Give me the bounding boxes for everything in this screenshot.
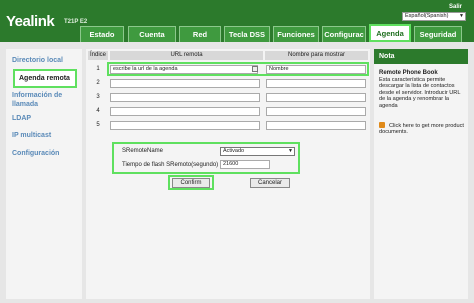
column-header-url: URL remota: [110, 51, 263, 60]
logout-link[interactable]: Salir: [449, 4, 462, 10]
sidebar-item-agenda-remota[interactable]: Agenda remota: [13, 69, 77, 88]
sidebar-item-ldap[interactable]: LDAP: [12, 114, 31, 123]
remote-url-input[interactable]: [110, 93, 260, 102]
note-body: Esta característica permite descargar la…: [379, 77, 461, 109]
sidebar-item-directorio-local[interactable]: Directorio local: [12, 56, 63, 65]
chevron-down-icon: ▼: [459, 13, 464, 19]
row-index: 1: [96, 66, 100, 72]
documents-link[interactable]: Click here to get more product documents…: [379, 123, 465, 136]
display-name-input[interactable]: [266, 107, 366, 116]
sidebar-item-informacion-llamada[interactable]: Información de llamada: [12, 91, 78, 109]
column-header-index: Índice: [88, 51, 108, 60]
sidebar-item-ip-multicast[interactable]: IP multicast: [12, 131, 51, 140]
remote-url-input[interactable]: [110, 79, 260, 88]
sidebar-item-configuracion[interactable]: Configuración: [12, 149, 59, 158]
row-index: 2: [96, 80, 100, 86]
column-header-name: Nombre para mostrar: [265, 51, 368, 60]
remote-url-input[interactable]: [110, 107, 260, 116]
sremote-name-select[interactable]: Activado ▼: [220, 147, 295, 156]
note-title: Remote Phone Book: [379, 70, 438, 76]
tab-tecla-dss[interactable]: Tecla DSS: [224, 26, 270, 42]
row-index: 5: [96, 122, 100, 128]
confirm-button[interactable]: Confirm: [172, 178, 210, 188]
row-index: 4: [96, 108, 100, 114]
flash-time-label: Tiempo de flash SRemoto(segundo): [122, 162, 219, 168]
remote-url-input[interactable]: [110, 121, 260, 130]
language-select[interactable]: Español(Spanish) ▼: [402, 12, 466, 21]
display-name-input[interactable]: [266, 121, 366, 130]
tab-estado[interactable]: Estado: [80, 26, 124, 42]
tab-funciones[interactable]: Funciones: [273, 26, 319, 42]
tab-cuenta[interactable]: Cuenta: [128, 26, 176, 42]
display-name-input[interactable]: [266, 93, 366, 102]
display-name-input[interactable]: [266, 79, 366, 88]
note-heading: Nota: [374, 49, 468, 64]
tab-seguridad[interactable]: Seguridad: [414, 26, 462, 42]
cancel-button[interactable]: Cancelar: [250, 178, 290, 188]
flash-time-input[interactable]: 21600: [220, 160, 270, 169]
tab-agenda[interactable]: Agenda: [369, 24, 411, 42]
row-index: 3: [96, 94, 100, 100]
sremote-name-value: Activado: [223, 148, 245, 154]
sremote-name-label: SRemoteName: [122, 148, 164, 154]
language-value: Español(Spanish): [405, 13, 449, 19]
highlight-row-1: [107, 62, 369, 76]
tab-red[interactable]: Red: [179, 26, 221, 42]
chevron-down-icon: ▼: [288, 148, 293, 154]
main-tabs: Estado Cuenta Red Tecla DSS Funciones Co…: [0, 24, 474, 42]
tab-configurac[interactable]: Configurac: [322, 26, 366, 42]
